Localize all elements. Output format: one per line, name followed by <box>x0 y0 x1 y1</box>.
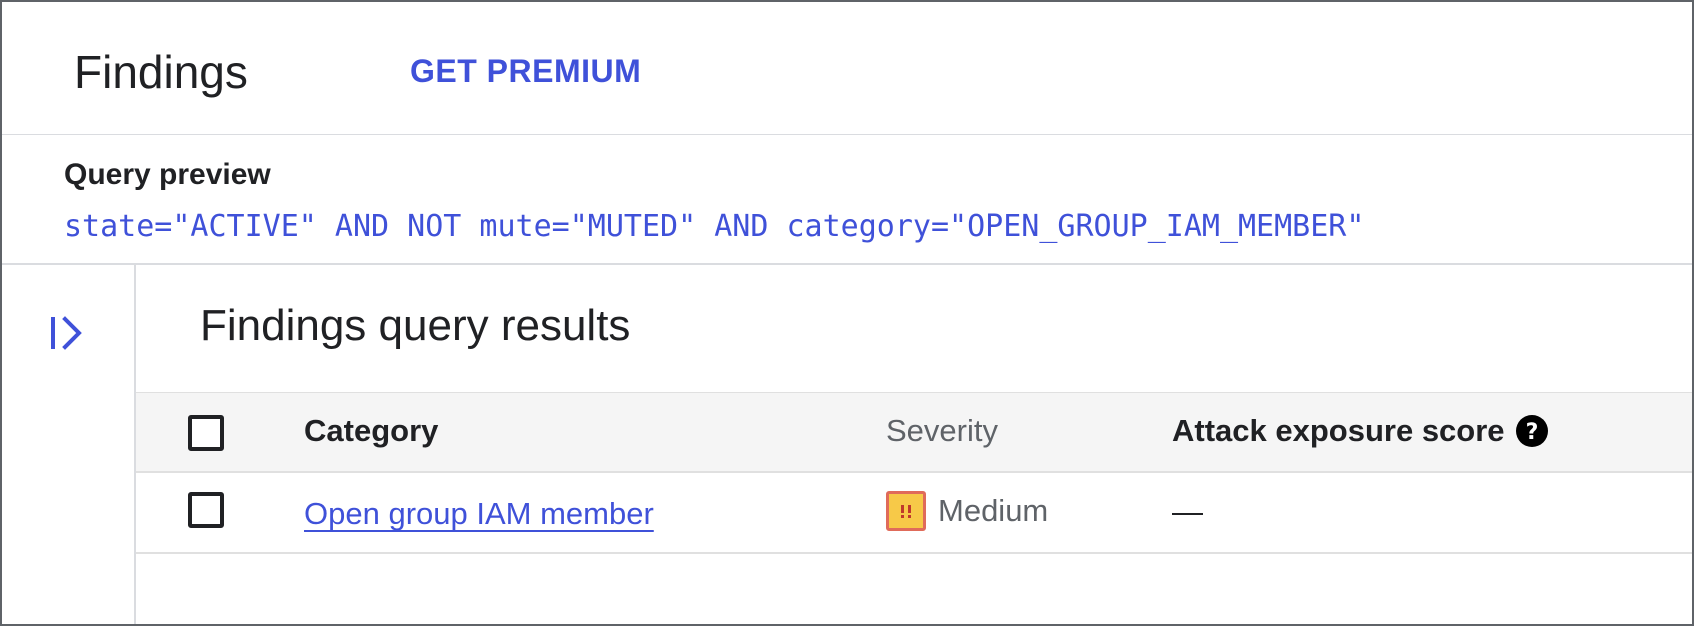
column-header-score-label: Attack exposure score <box>1172 413 1505 448</box>
findings-window: Findings GET PREMIUM Query preview state… <box>0 0 1694 626</box>
query-preview-label: Query preview <box>64 158 271 191</box>
get-premium-button[interactable]: GET PREMIUM <box>410 52 641 90</box>
page-header: Findings GET PREMIUM <box>2 2 1692 135</box>
category-link[interactable]: Open group IAM member <box>304 496 654 532</box>
query-preview: Query preview state="ACTIVE" AND NOT mut… <box>2 135 1692 265</box>
row-checkbox[interactable] <box>188 492 224 528</box>
svg-text:?: ? <box>1525 420 1538 445</box>
page-title: Findings <box>74 46 248 98</box>
table-header: Category Severity Attack exposure score … <box>136 392 1692 473</box>
results-panel: Findings query results Category Severity… <box>136 265 1692 624</box>
severity-cell: Medium <box>886 488 1048 534</box>
attack-exposure-score-value: — <box>1172 494 1203 529</box>
select-all-checkbox[interactable] <box>188 415 224 451</box>
severity-label: Medium <box>938 493 1049 528</box>
medium-severity-icon <box>886 491 926 531</box>
column-header-attack-exposure-score[interactable]: Attack exposure score ? <box>1172 413 1549 449</box>
expand-panel-icon[interactable] <box>48 311 92 355</box>
column-header-category[interactable]: Category <box>304 413 438 449</box>
results-title: Findings query results <box>200 301 631 350</box>
help-icon[interactable]: ? <box>1515 414 1549 448</box>
column-header-severity[interactable]: Severity <box>886 413 998 449</box>
query-preview-text: state="ACTIVE" AND NOT mute="MUTED" AND … <box>64 209 1365 244</box>
table-row: Open group IAM member Medium — <box>136 472 1692 554</box>
side-rail <box>2 265 136 624</box>
